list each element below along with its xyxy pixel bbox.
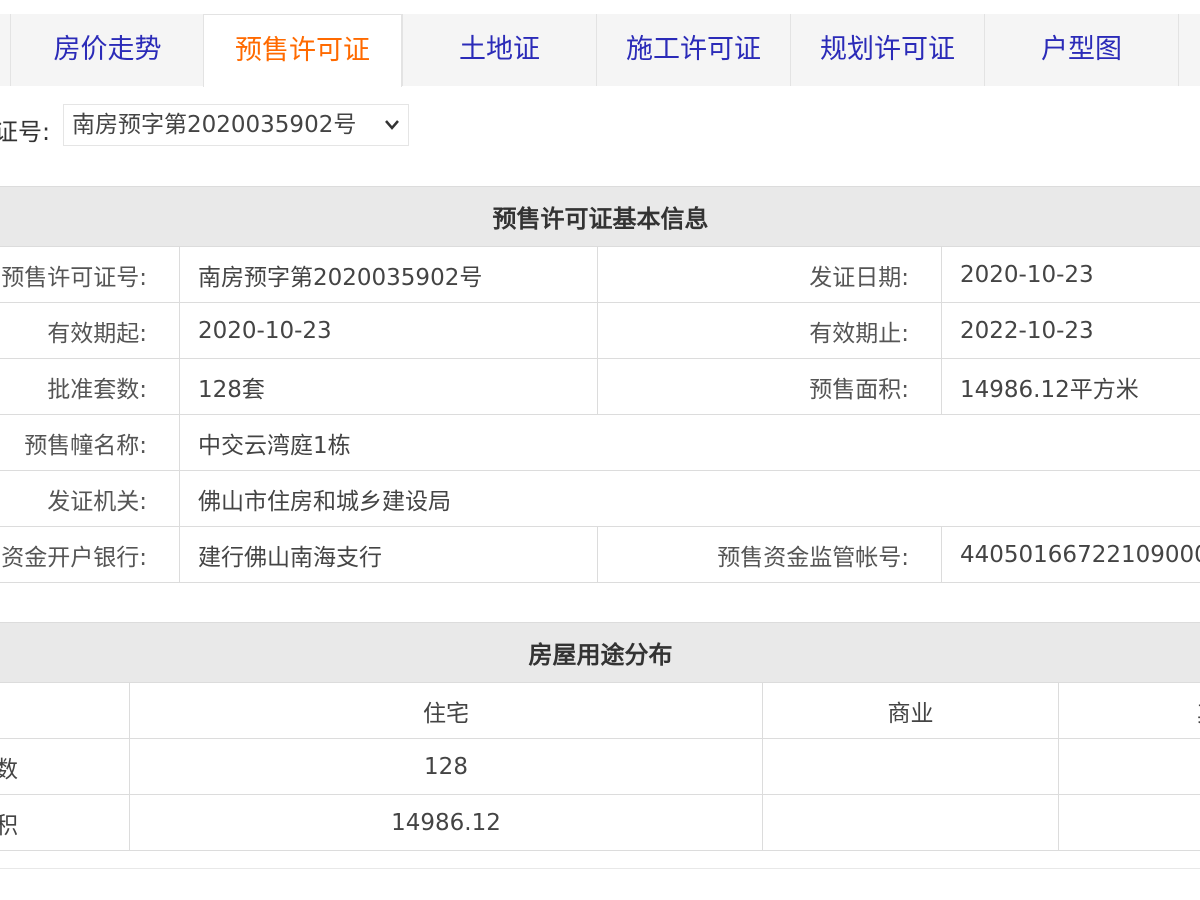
cell-other (1058, 738, 1200, 795)
cell-commercial (762, 794, 1059, 851)
presale-info-table: 预售许可证基本信息 预售许可证号: 南房预字第2020035902号 发证日期:… (0, 186, 1200, 583)
tab-presale-permit[interactable]: 预售许可证 (203, 14, 402, 87)
table-header-row: 住宅 商业 其 (0, 682, 1200, 739)
tab-planning-permit[interactable]: 规划许可证 (790, 14, 984, 86)
row-value: 2020-10-23 (941, 246, 1200, 303)
row-label: 批准套数: (0, 358, 180, 415)
cell-other (1058, 794, 1200, 851)
column-header (0, 682, 130, 739)
row-label: 预售资金监管帐号: (597, 526, 942, 583)
divider (0, 868, 1200, 869)
tab-land-certificate[interactable]: 土地证 (402, 14, 596, 86)
row-label: 积 (0, 794, 130, 851)
row-label: 有效期起: (0, 302, 180, 359)
tab-partial-right[interactable] (1178, 14, 1200, 86)
cell-residential: 14986.12 (129, 794, 763, 851)
table-row: 批准套数: 128套 预售面积: 14986.12平方米 (0, 358, 1200, 415)
row-label: 发证日期: (597, 246, 942, 303)
table-row: 数 128 (0, 738, 1200, 795)
row-value: 44050166722109000 (941, 526, 1200, 583)
row-label: 数 (0, 738, 130, 795)
row-value: 佛山市住房和城乡建设局 (179, 470, 1200, 527)
column-header-residential: 住宅 (129, 682, 763, 739)
info-table-title: 预售许可证基本信息 (0, 186, 1200, 247)
row-value: 128套 (179, 358, 598, 415)
tab-floor-plan[interactable]: 户型图 (984, 14, 1178, 86)
row-value: 南房预字第2020035902号 (179, 246, 598, 303)
usage-distribution-table: 房屋用途分布 住宅 商业 其 数 128 积 14986.12 (0, 622, 1200, 851)
tab-construction-permit[interactable]: 施工许可证 (596, 14, 790, 86)
distribution-table-title: 房屋用途分布 (0, 622, 1200, 683)
tab-price-trend[interactable]: 房价走势 (10, 14, 204, 86)
table-row: 预售许可证号: 南房预字第2020035902号 发证日期: 2020-10-2… (0, 246, 1200, 303)
table-row: 发证机关: 佛山市住房和城乡建设局 (0, 470, 1200, 527)
row-value: 建行佛山南海支行 (179, 526, 598, 583)
row-value: 中交云湾庭1栋 (179, 414, 1200, 471)
chevron-down-icon (384, 105, 400, 160)
column-header-commercial: 商业 (762, 682, 1059, 739)
row-label: 预售幢名称: (0, 414, 180, 471)
row-label: 发证机关: (0, 470, 180, 527)
row-label: 有效期止: (597, 302, 942, 359)
row-label: 预售许可证号: (0, 246, 180, 303)
table-row: 积 14986.12 (0, 794, 1200, 851)
cell-commercial (762, 738, 1059, 795)
tab-partial-left[interactable] (0, 14, 10, 86)
row-value: 2022-10-23 (941, 302, 1200, 359)
row-value: 14986.12平方米 (941, 358, 1200, 415)
table-row: 有效期起: 2020-10-23 有效期止: 2022-10-23 (0, 302, 1200, 359)
row-label: 资金开户银行: (0, 526, 180, 583)
row-value: 2020-10-23 (179, 302, 598, 359)
permit-number-select[interactable]: 南房预字第2020035902号 (63, 104, 409, 146)
table-row: 预售幢名称: 中交云湾庭1栋 (0, 414, 1200, 471)
table-row: 资金开户银行: 建行佛山南海支行 预售资金监管帐号: 4405016672210… (0, 526, 1200, 583)
permit-select-label: 证号: (0, 118, 51, 146)
cell-residential: 128 (129, 738, 763, 795)
row-label: 预售面积: (597, 358, 942, 415)
permit-select-value: 南房预字第2020035902号 (72, 112, 357, 138)
column-header-other: 其 (1058, 682, 1200, 739)
tab-bar: 房价走势 预售许可证 土地证 施工许可证 规划许可证 户型图 (0, 14, 1200, 87)
